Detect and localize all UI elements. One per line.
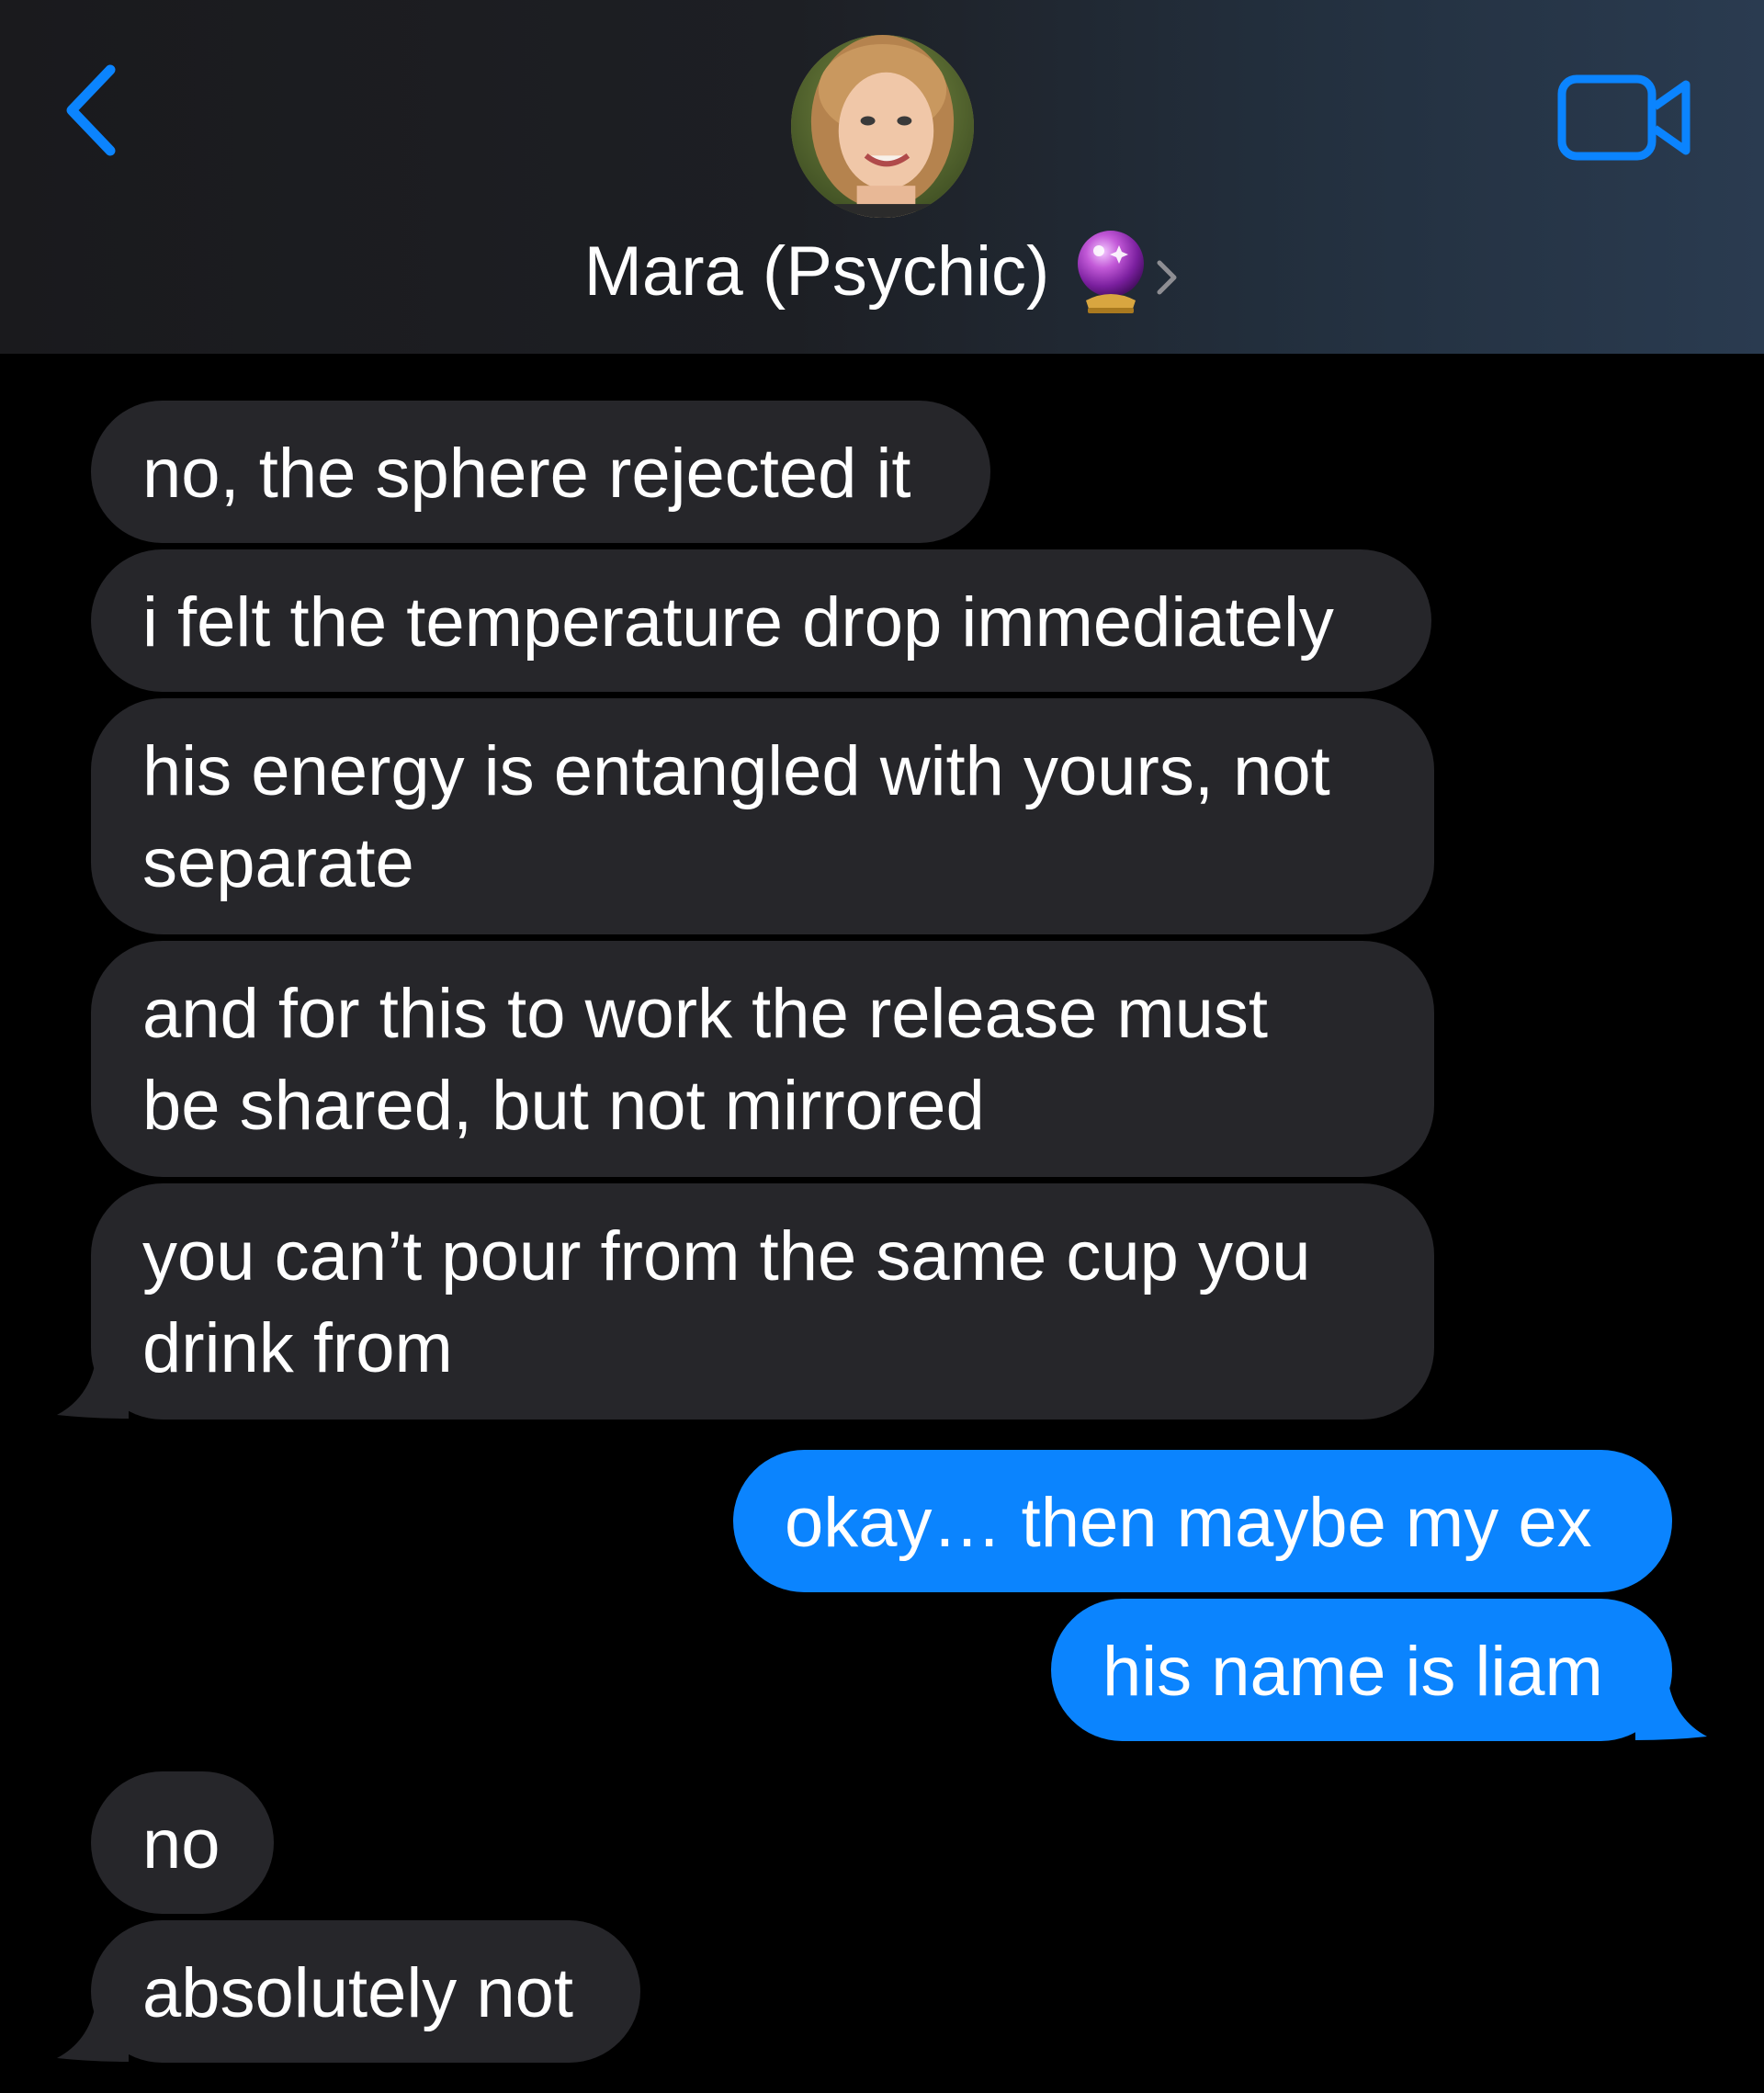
message-bubble-incoming[interactable]: you can’t pour from the same cup you dri… bbox=[91, 1183, 1434, 1420]
message-text-line: separate bbox=[142, 824, 414, 902]
message-text: absolutely not bbox=[142, 1954, 573, 2032]
message-bubble-incoming[interactable]: no bbox=[91, 1771, 274, 1914]
crystal-ball-icon bbox=[1078, 231, 1145, 313]
facetime-video-button[interactable] bbox=[1557, 72, 1695, 164]
message-text-line: and for this to work the release must bbox=[142, 975, 1269, 1053]
contact-name: Mara (Psychic) bbox=[583, 232, 1050, 311]
message-text-line: drink from bbox=[142, 1309, 453, 1387]
message-bubble-incoming[interactable]: i felt the temperature drop immediately bbox=[91, 549, 1431, 692]
message-text: his name is liam bbox=[1102, 1633, 1603, 1711]
chevron-left-icon bbox=[66, 64, 116, 156]
back-button[interactable] bbox=[55, 55, 138, 165]
message-text-line: his energy is entangled with yours, not bbox=[142, 732, 1330, 810]
message-bubble-incoming[interactable]: absolutely not bbox=[91, 1920, 640, 2063]
contact-name-row[interactable]: Mara (Psychic) bbox=[0, 221, 1764, 322]
message-text: i felt the temperature drop immediately bbox=[142, 583, 1334, 662]
message-bubble-incoming[interactable]: his energy is entangled with yours, not … bbox=[91, 698, 1434, 934]
message-text: no, the sphere rejected it bbox=[142, 435, 911, 513]
avatar-photo bbox=[791, 35, 974, 218]
message-bubble-outgoing[interactable]: his name is liam bbox=[1051, 1599, 1672, 1741]
bubble-tail-incoming bbox=[57, 1985, 129, 2062]
message-bubble-incoming[interactable]: and for this to work the release must be… bbox=[91, 941, 1434, 1177]
message-text-line: be shared, but not mirrored bbox=[142, 1067, 985, 1145]
contact-avatar[interactable] bbox=[791, 35, 974, 218]
message-bubble-incoming[interactable]: no, the sphere rejected it bbox=[91, 401, 990, 543]
message-text-line: you can’t pour from the same cup you bbox=[142, 1217, 1311, 1295]
message-bubble-outgoing[interactable]: okay… then maybe my ex bbox=[733, 1450, 1672, 1592]
message-text: no bbox=[142, 1805, 220, 1884]
chevron-right-icon bbox=[1157, 260, 1177, 295]
message-text: okay… then maybe my ex bbox=[785, 1484, 1592, 1562]
conversation-header: Mara (Psychic) bbox=[0, 0, 1764, 354]
bubble-tail-outgoing bbox=[1635, 1663, 1707, 1740]
bubble-tail-incoming bbox=[57, 1341, 129, 1419]
video-camera-icon bbox=[1557, 74, 1690, 161]
